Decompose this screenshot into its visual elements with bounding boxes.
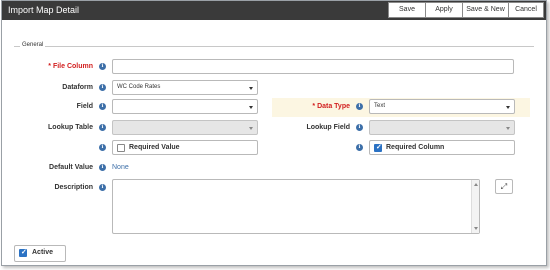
active-label: Active [32, 249, 54, 256]
field-select[interactable] [112, 99, 258, 114]
chevron-down-icon [249, 127, 253, 130]
active-checkbox[interactable]: ✓ [19, 249, 27, 257]
required-column-field: ✓ Required Column [369, 140, 515, 155]
info-icon[interactable]: i [99, 103, 106, 110]
data-type-required-marker: * [312, 103, 316, 110]
default-value-label: Default Value [49, 164, 93, 171]
file-column-label: * File Column [48, 63, 93, 70]
dataform-label: Dataform [62, 84, 93, 91]
info-icon[interactable]: i [99, 144, 106, 151]
window-title: Import Map Detail [8, 5, 80, 15]
required-value-field: Required Value [112, 140, 258, 155]
info-icon[interactable]: i [99, 164, 106, 171]
default-value-link[interactable]: None [112, 164, 129, 171]
active-field: ✓ Active [14, 245, 66, 262]
import-map-detail-window: Import Map Detail Save Apply Save & New … [1, 0, 547, 266]
dataform-select[interactable]: WC Code Rates [112, 80, 258, 95]
save-and-new-button[interactable]: Save & New [462, 2, 509, 18]
chevron-down-icon [249, 87, 253, 90]
title-bar: Import Map Detail Save Apply Save & New … [2, 1, 546, 20]
required-value-checkbox[interactable] [117, 144, 125, 152]
apply-button[interactable]: Apply [425, 2, 463, 18]
data-type-value: Text [374, 103, 386, 109]
cancel-button[interactable]: Cancel [508, 2, 544, 18]
description-textarea[interactable] [112, 179, 480, 234]
expand-icon[interactable]: ⤢ [495, 179, 513, 194]
scroll-down-arrow-icon[interactable] [474, 227, 478, 230]
dataform-value: WC Code Rates [117, 84, 161, 90]
required-column-label: Required Column [386, 144, 445, 151]
info-icon[interactable]: i [99, 124, 106, 131]
data-type-select[interactable]: Text [369, 99, 515, 114]
info-icon[interactable]: i [99, 84, 106, 91]
general-section-legend: General [20, 42, 46, 48]
info-icon[interactable]: i [356, 144, 363, 151]
info-icon[interactable]: i [99, 184, 106, 191]
chevron-down-icon [506, 106, 510, 109]
info-icon[interactable]: i [356, 124, 363, 131]
lookup-table-select[interactable] [112, 120, 258, 135]
description-label: Description [54, 184, 93, 191]
lookup-field-select[interactable] [369, 120, 515, 135]
scroll-up-arrow-icon[interactable] [474, 183, 478, 186]
file-column-required-marker: * [48, 63, 51, 70]
save-button[interactable]: Save [388, 2, 426, 18]
lookup-field-label: Lookup Field [306, 124, 350, 131]
info-icon[interactable]: i [356, 103, 363, 110]
data-type-label: * Data Type [312, 103, 350, 110]
required-column-checkbox[interactable]: ✓ [374, 144, 382, 152]
lookup-table-label: Lookup Table [48, 124, 93, 131]
field-label: Field [76, 103, 93, 110]
file-column-input[interactable] [112, 59, 514, 74]
info-icon[interactable]: i [99, 63, 106, 70]
description-scrollbar[interactable] [471, 180, 479, 233]
required-value-label: Required Value [129, 144, 180, 151]
chevron-down-icon [249, 106, 253, 109]
chevron-down-icon [506, 127, 510, 130]
